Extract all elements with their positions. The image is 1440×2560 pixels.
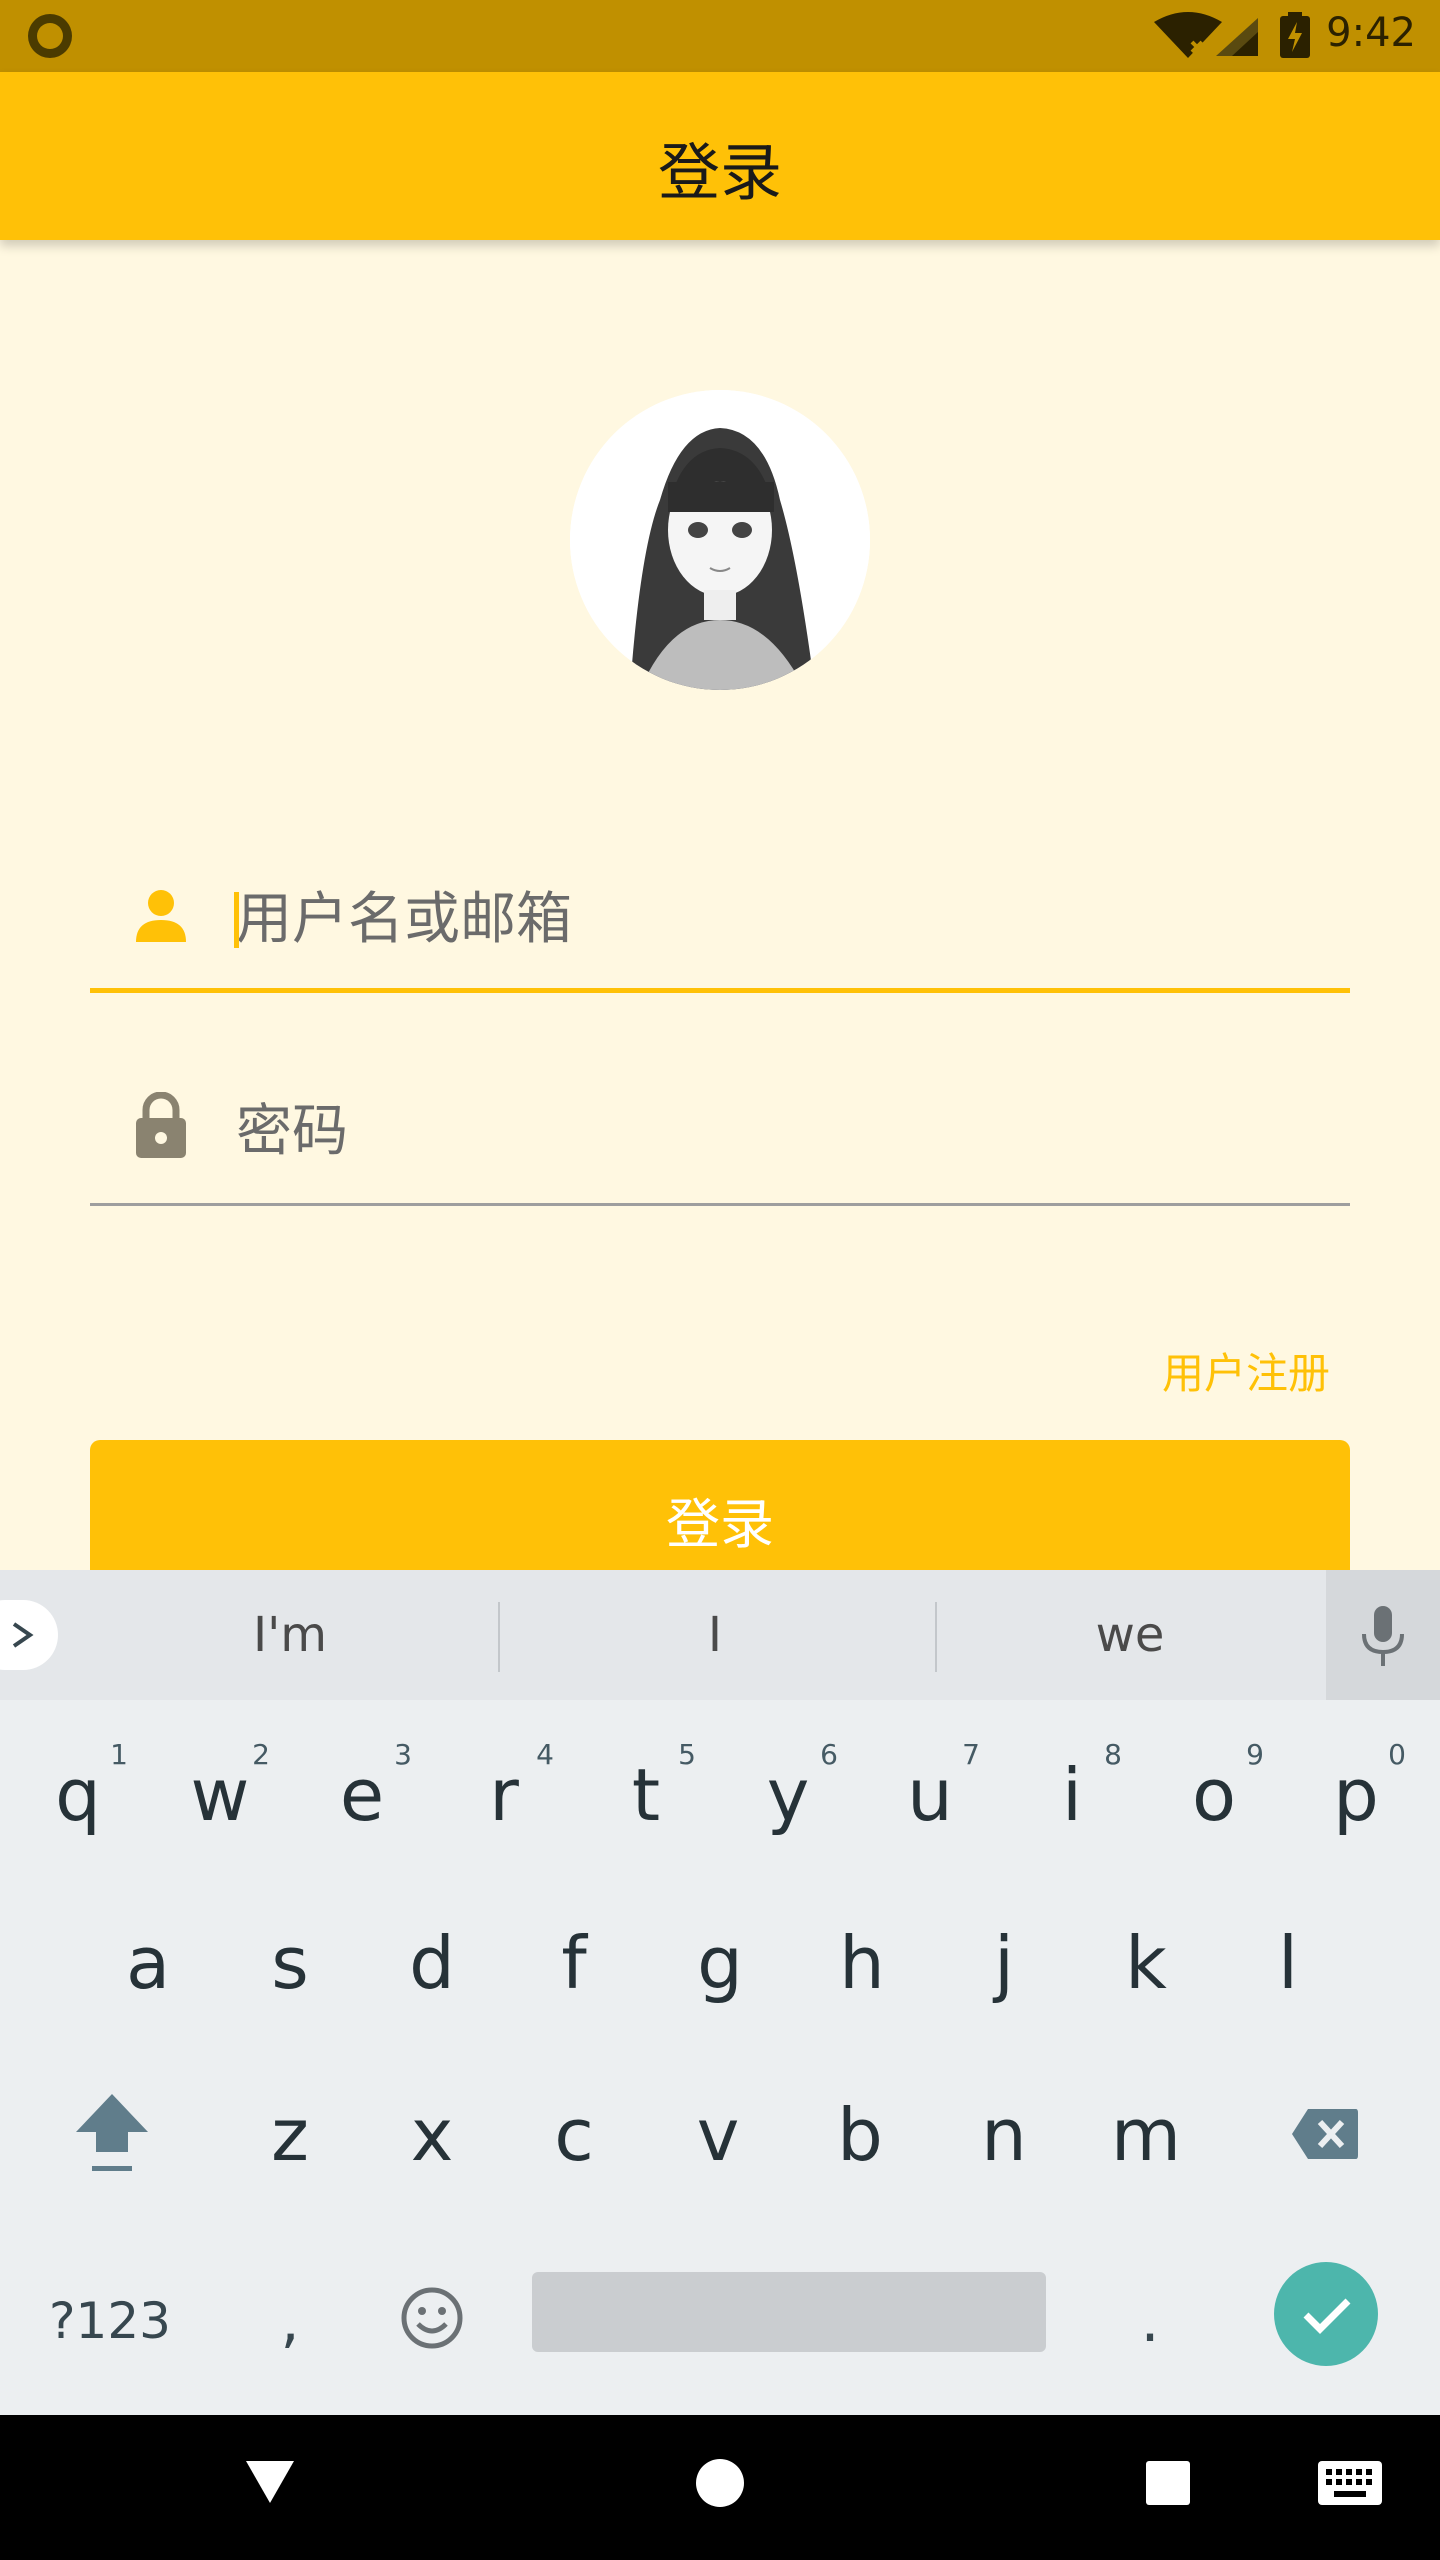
expand-toolbar-button[interactable] — [0, 1600, 58, 1670]
text-caret — [234, 892, 239, 948]
suggestion-divider — [935, 1602, 937, 1672]
key-d[interactable]: d — [362, 1888, 502, 2038]
key-hint: 7 — [962, 1738, 980, 1771]
keyboard-switch-icon[interactable] — [1318, 2461, 1382, 2505]
key-hint: 0 — [1388, 1738, 1406, 1771]
login-button[interactable]: 登录 — [90, 1440, 1350, 1570]
key-s[interactable]: s — [220, 1888, 360, 2038]
home-circle-icon[interactable] — [696, 2459, 744, 2507]
key-a[interactable]: a — [78, 1888, 218, 2038]
key-q[interactable]: q1 — [8, 1720, 148, 1870]
key-hint: 9 — [1246, 1738, 1264, 1771]
key-label: t — [631, 1753, 661, 1837]
status-bar: 9:42 — [0, 0, 1440, 72]
chevron-right-icon — [12, 1622, 34, 1648]
key-label: o — [1191, 1753, 1237, 1837]
page-title: 登录 — [657, 136, 782, 209]
key-h[interactable]: h — [792, 1888, 932, 2038]
key-o[interactable]: o9 — [1144, 1720, 1284, 1870]
key-hint: 1 — [110, 1738, 128, 1771]
suggestion-item[interactable]: I'm — [90, 1600, 490, 1670]
comma-key[interactable]: , — [250, 2256, 330, 2386]
lock-icon — [136, 1092, 186, 1158]
key-hint: 8 — [1104, 1738, 1122, 1771]
notification-icon — [28, 14, 72, 58]
username-underline — [90, 988, 1350, 993]
space-bar[interactable] — [532, 2272, 1046, 2352]
key-e[interactable]: e3 — [292, 1720, 432, 1870]
navigation-bar — [0, 2415, 1440, 2560]
key-label: e — [339, 1753, 385, 1837]
key-label: p — [1333, 1753, 1379, 1837]
key-hint: 5 — [678, 1738, 696, 1771]
back-triangle-icon[interactable] — [244, 2459, 296, 2505]
app-bar: 登录 — [0, 72, 1440, 240]
voice-input-button[interactable] — [1326, 1570, 1440, 1700]
key-z[interactable]: z — [220, 2060, 360, 2210]
key-label: y — [766, 1753, 810, 1837]
key-p[interactable]: p0 — [1286, 1720, 1426, 1870]
emoji-icon[interactable] — [400, 2286, 464, 2350]
key-y[interactable]: y6 — [718, 1720, 858, 1870]
key-hint: 3 — [394, 1738, 412, 1771]
microphone-icon — [1362, 1606, 1404, 1666]
key-w[interactable]: w2 — [150, 1720, 290, 1870]
key-hint: 2 — [252, 1738, 270, 1771]
user-avatar-illustration-icon — [570, 390, 870, 690]
key-label: r — [489, 1753, 519, 1837]
key-t[interactable]: t5 — [576, 1720, 716, 1870]
key-j[interactable]: j — [934, 1888, 1074, 2038]
key-k[interactable]: k — [1076, 1888, 1216, 2038]
person-icon — [136, 890, 186, 942]
key-i[interactable]: i8 — [1002, 1720, 1142, 1870]
key-m[interactable]: m — [1076, 2060, 1216, 2210]
key-r[interactable]: r4 — [434, 1720, 574, 1870]
suggestion-item[interactable]: I — [500, 1600, 930, 1670]
avatar[interactable] — [570, 390, 870, 690]
suggestion-bar: I'm I we — [0, 1570, 1440, 1700]
shift-icon[interactable] — [72, 2090, 152, 2176]
key-label: i — [1061, 1753, 1082, 1837]
key-n[interactable]: n — [934, 2060, 1074, 2210]
key-u[interactable]: u7 — [860, 1720, 1000, 1870]
period-key[interactable]: . — [1110, 2256, 1190, 2386]
status-time: 9:42 — [1326, 10, 1416, 56]
key-b[interactable]: b — [790, 2060, 930, 2210]
key-hint: 6 — [820, 1738, 838, 1771]
key-label: w — [190, 1753, 250, 1837]
signal-icon — [1216, 18, 1258, 56]
key-label: u — [907, 1753, 953, 1837]
checkmark-icon — [1303, 2298, 1351, 2334]
register-link[interactable]: 用户注册 — [1100, 1340, 1330, 1401]
battery-charging-icon — [1280, 12, 1310, 58]
symbols-key[interactable]: ?123 — [30, 2256, 190, 2386]
key-l[interactable]: l — [1218, 1888, 1358, 2038]
suggestion-item[interactable]: we — [940, 1600, 1320, 1670]
key-c[interactable]: c — [504, 2060, 644, 2210]
key-g[interactable]: g — [650, 1888, 790, 2038]
username-input[interactable]: 用户名或邮箱 — [236, 880, 1236, 960]
recents-square-icon[interactable] — [1146, 2461, 1190, 2505]
password-underline — [90, 1203, 1350, 1206]
done-button[interactable] — [1274, 2262, 1378, 2366]
backspace-icon[interactable] — [1290, 2107, 1360, 2161]
key-v[interactable]: v — [648, 2060, 788, 2210]
key-label: q — [55, 1753, 101, 1837]
key-x[interactable]: x — [362, 2060, 502, 2210]
key-hint: 4 — [536, 1738, 554, 1771]
login-button-label: 登录 — [666, 1493, 774, 1556]
password-input[interactable]: 密码 — [236, 1092, 1236, 1172]
key-f[interactable]: f — [504, 1888, 644, 2038]
soft-keyboard: I'm I we q1 w2 e3 r4 t5 y6 u7 i8 o9 p0 a… — [0, 1570, 1440, 2415]
